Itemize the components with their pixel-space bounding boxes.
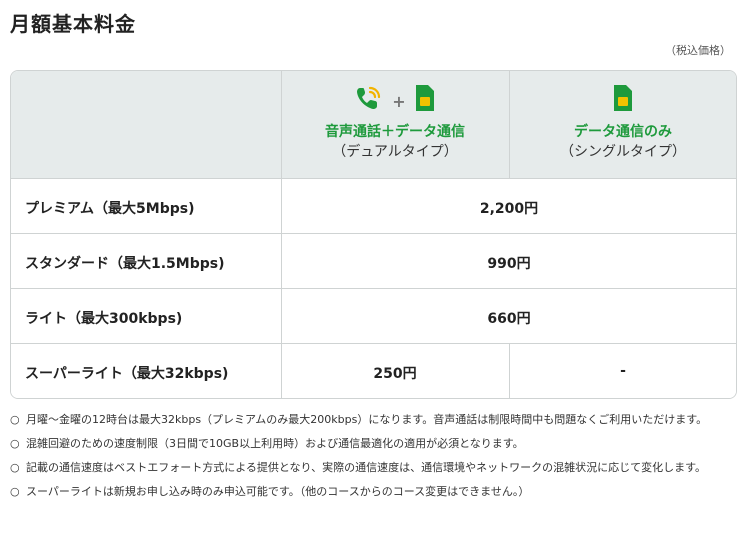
note-text: 月曜～金曜の12時台は最大32kbps（プレミアムのみ最大200kbps）になり… [26,413,708,426]
column-divider [509,71,510,178]
note-bullet: ○ [10,485,20,498]
notes-list: ○ 月曜～金曜の12時台は最大32kbps（プレミアムのみ最大200kbps）に… [10,412,735,508]
column-sub-dual: （デュアルタイプ） [332,144,458,160]
plan-price: 990円 [487,256,531,272]
column-header-single: データ通信のみ （シングルタイプ） [509,83,736,161]
table-row: プレミアム（最大5Mbps) 2,200円 [11,178,736,234]
column-name-single: データ通信のみ [574,124,672,140]
table-row: スタンダード（最大1.5Mbps) 990円 [11,233,736,289]
note-text: スーパーライトは新規お申し込み時のみ申込可能です。（他のコースからのコース変更は… [26,485,530,498]
sim-card-icon [612,83,634,117]
single-icons [509,83,736,117]
table-row: スーパーライト（最大32kbps) 250円 - [11,343,736,398]
plan-price-single: - [620,363,626,379]
plan-label: スーパーライト（最大32kbps) [25,366,229,382]
plus-sign: + [392,92,406,111]
column-header-dual: + 音声通話＋データ通信 （デュアルタイプ） [281,83,509,161]
list-item: ○ 月曜～金曜の12時台は最大32kbps（プレミアムのみ最大200kbps）に… [10,412,735,427]
phone-icon [354,83,384,117]
column-name-dual: 音声通話＋データ通信 [325,124,465,140]
column-divider [281,71,282,398]
column-divider [509,343,510,398]
column-sub-single: （シングルタイプ） [560,144,686,160]
plan-label: ライト（最大300kbps) [25,311,183,327]
plan-label: プレミアム（最大5Mbps) [25,201,195,217]
sim-card-icon [414,83,436,117]
table-row: ライト（最大300kbps) 660円 [11,288,736,344]
list-item: ○ スーパーライトは新規お申し込み時のみ申込可能です。（他のコースからのコース変… [10,484,735,499]
note-text: 混雑回避のための速度制限（3日間で10GB以上利用時）および通信最適化の適用が必… [26,437,524,450]
plan-price: 2,200円 [479,201,539,217]
list-item: ○ 混雑回避のための速度制限（3日間で10GB以上利用時）および通信最適化の適用… [10,436,735,451]
plan-price: 660円 [487,311,531,327]
price-table: + 音声通話＋データ通信 （デュアルタイプ） データ通信のみ （シングルタイプ）… [10,70,737,399]
note-bullet: ○ [10,461,20,474]
page-title: 月額基本料金 [10,12,136,36]
note-bullet: ○ [10,413,20,426]
note-text: 記載の通信速度はベストエフォート方式による提供となり、実際の通信速度は、通信環境… [26,461,707,474]
plan-label: スタンダード（最大1.5Mbps) [25,256,225,272]
dual-icons: + [281,83,509,117]
note-bullet: ○ [10,437,20,450]
tax-note: （税込価格） [665,44,731,57]
table-header: + 音声通話＋データ通信 （デュアルタイプ） データ通信のみ （シングルタイプ） [11,71,736,178]
list-item: ○ 記載の通信速度はベストエフォート方式による提供となり、実際の通信速度は、通信… [10,460,735,475]
plan-price-dual: 250円 [373,366,417,382]
